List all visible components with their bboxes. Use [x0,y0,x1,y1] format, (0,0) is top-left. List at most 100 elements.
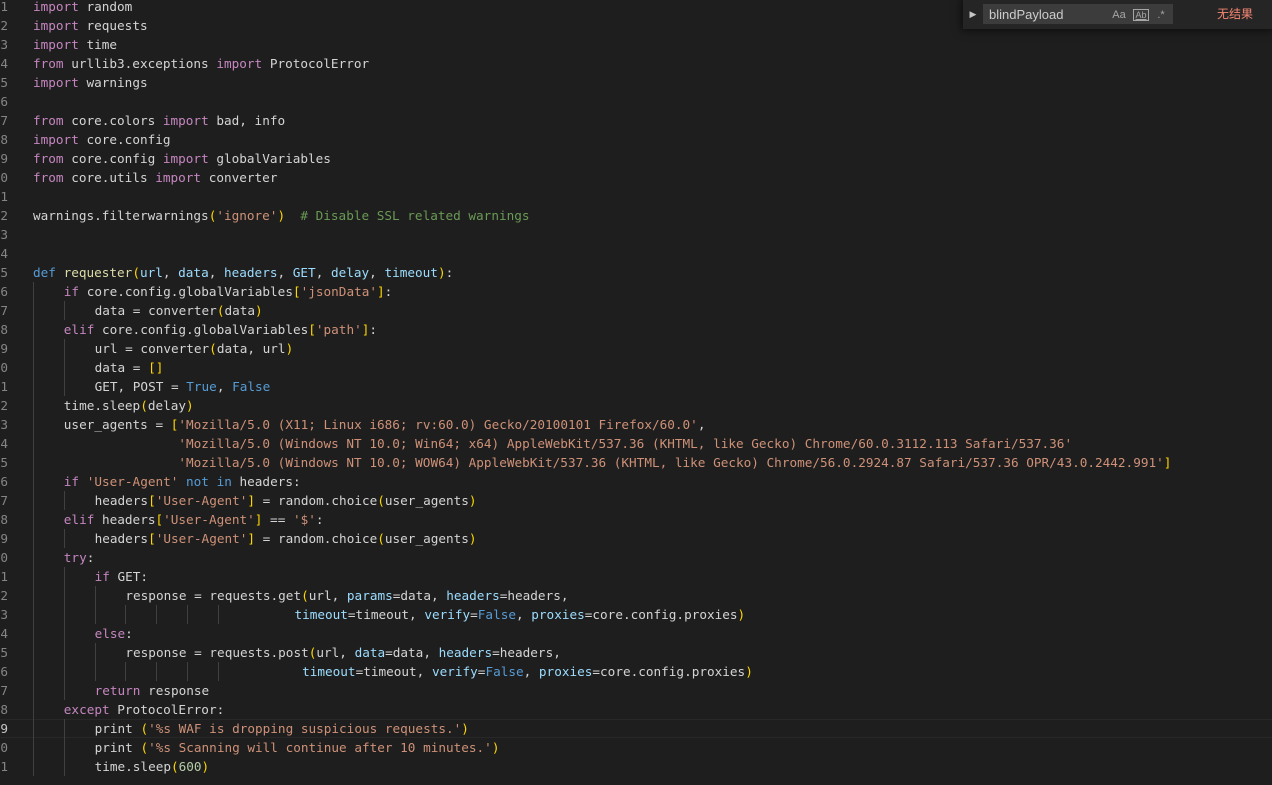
code-token: ( [140,740,149,755]
indent-guide [63,358,65,377]
code-line[interactable]: 36 timeout=timeout, verify=False, proxie… [0,662,1272,681]
code-token: , [697,417,706,432]
indent-guide [63,738,65,757]
code-line[interactable]: 20 data = [] [0,358,1272,377]
line-number: 34 [0,626,8,641]
code-text: data = [] [95,358,164,377]
indent-guide [33,396,34,415]
code-token: core.utils [63,170,156,185]
code-token: requests [78,18,148,33]
code-token: not [186,474,209,489]
code-line[interactable]: 19 url = converter(data, url) [0,339,1272,358]
code-token: from [33,170,64,185]
indent-guide [156,605,158,624]
code-line[interactable]: 35 response = requests.post(url, data=dat… [0,643,1272,662]
indent-guide [63,757,65,776]
code-line[interactable]: 3 import time [0,35,1272,54]
code-line[interactable]: 10 from core.utils import converter [0,168,1272,187]
code-token: '%s Scanning will continue after 10 minu… [148,740,492,755]
code-token: , [315,265,331,280]
indent-guide [33,358,34,377]
code-token: 'jsonData' [300,284,377,299]
code-line[interactable]: 16 if core.config.globalVariables['jsonDa… [0,282,1272,301]
code-line[interactable]: 4 from urllib3.exceptions import Protocol… [0,54,1272,73]
code-token: headers: [231,474,301,489]
code-line[interactable]: 13 [0,225,1272,244]
indent-guide [33,472,34,491]
code-line[interactable]: 17 data = converter(data) [0,301,1272,320]
code-token: urllib3.exceptions [63,56,217,71]
code-line[interactable]: 28 elif headers['User-Agent'] == '$': [0,510,1272,529]
code-token: core.config.globalVariables [94,322,309,337]
code-token: data = converter [94,303,217,318]
code-line[interactable]: 11 [0,187,1272,206]
code-line[interactable]: 7 from core.colors import bad, info [0,111,1272,130]
code-editor[interactable]: 1 import random 2 import requests 3 import ti… [0,0,1272,776]
code-line[interactable]: 29 headers['User-Agent'] = random.choice(… [0,529,1272,548]
code-line[interactable]: 41 time.sleep(600) [0,757,1272,776]
code-line[interactable]: 5 import warnings [0,73,1272,92]
code-line[interactable]: 24 'Mozilla/5.0 (Windows NT 10.0; Win64;… [0,434,1272,453]
match-case-toggle[interactable]: Aa [1110,8,1128,22]
code-line[interactable]: 15 def requester(url, data, headers, GET,… [0,263,1272,282]
chevron-right-icon[interactable]: ▶ [967,5,979,23]
code-token: warnings.filterwarnings [33,208,209,223]
code-line[interactable]: 33 timeout=timeout, verify=False, proxie… [0,605,1272,624]
code-token: , [516,607,532,622]
code-token: 'Mozilla/5.0 (Windows NT 10.0; WOW64) Ap… [178,455,1164,470]
code-line[interactable]: 31 if GET: [0,567,1272,586]
code-token: from [33,113,64,128]
code-line[interactable]: 6 [0,92,1272,111]
code-token: [ [148,493,156,508]
code-token: import [33,18,79,33]
code-line[interactable]: 9 from core.config import globalVariables [0,149,1272,168]
code-line[interactable]: 26 if 'User-Agent' not in headers: [0,472,1272,491]
code-line[interactable]: 30 try: [0,548,1272,567]
code-token: url, [316,645,355,660]
code-line[interactable]: 37 return response [0,681,1272,700]
indent-guide [63,339,65,358]
indent-guide [33,434,34,453]
code-line[interactable]: 32 response = requests.get(url, params=da… [0,586,1272,605]
code-token: [ [148,531,156,546]
code-text: response = requests.post(url, data=data,… [125,643,560,662]
code-line[interactable]: 40 print ('%s Scanning will continue afte… [0,738,1272,757]
code-line[interactable]: 25 'Mozilla/5.0 (Windows NT 10.0; WOW64)… [0,453,1272,472]
code-text: except ProtocolError: [64,700,224,719]
code-token: core.config.globalVariables [79,284,293,299]
code-token: ) [461,721,469,736]
code-token: except [63,702,110,717]
indent-guide [33,320,34,339]
regex-toggle[interactable]: .* [1153,8,1169,22]
code-token: else [94,626,126,641]
indent-guide [63,529,65,548]
indent-guide [156,662,158,681]
code-line[interactable]: 14 [0,244,1272,263]
code-line[interactable]: 39 print ('%s WAF is dropping suspicious … [0,719,1272,738]
code-token: data = [94,360,149,375]
code-line[interactable]: 22 time.sleep(delay) [0,396,1272,415]
code-line[interactable]: 38 except ProtocolError: [0,700,1272,719]
code-text: elif headers['User-Agent'] == '$': [64,510,324,529]
code-line[interactable]: 23 user_agents = ['Mozilla/5.0 (X11; Linu… [0,415,1272,434]
line-number: 20 [0,360,8,375]
whole-word-toggle[interactable]: Ab [1132,8,1150,22]
indent-guide [63,377,65,396]
code-token: 'User-Agent' [163,512,255,527]
code-token: try [63,550,87,565]
line-number: 15 [0,265,8,280]
find-input[interactable]: blindPayload Aa Ab .* [983,4,1173,24]
code-line[interactable]: 34 else: [0,624,1272,643]
code-line[interactable]: 21 GET, POST = True, False [0,377,1272,396]
line-number: 36 [0,664,8,679]
code-token: : [86,550,95,565]
code-token: ] [1163,455,1172,470]
code-token: = [470,607,478,622]
code-token: headers [94,512,156,527]
code-line[interactable]: 27 headers['User-Agent'] = random.choice(… [0,491,1272,510]
line-number: 7 [0,113,8,128]
code-line[interactable]: 18 elif core.config.globalVariables['path… [0,320,1272,339]
code-text: try: [64,548,95,567]
code-line[interactable]: 8 import core.config [0,130,1272,149]
code-line[interactable]: 12 warnings.filterwarnings('ignore') # Di… [0,206,1272,225]
